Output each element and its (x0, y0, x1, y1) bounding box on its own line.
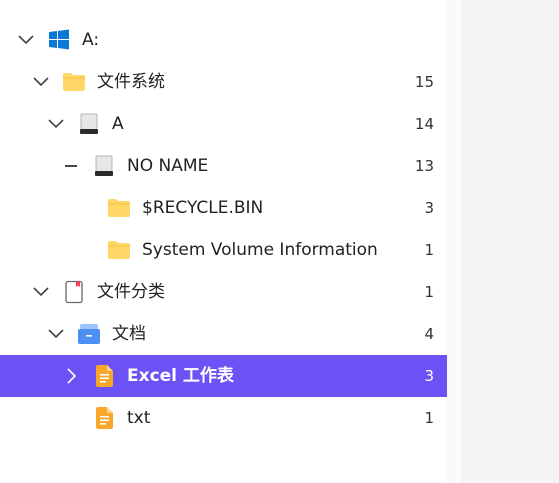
item-count: 1 (424, 283, 434, 301)
orange-file-icon (92, 364, 116, 388)
tree-label: txt (127, 408, 151, 428)
tree-label: 文档 (112, 324, 146, 344)
tree-row-txt[interactable]: txt 1 (0, 397, 447, 439)
orange-file-icon (92, 406, 116, 430)
item-count: 3 (424, 367, 434, 385)
tree-row-drive-a[interactable]: A 14 (0, 103, 447, 145)
folder-icon (62, 70, 86, 94)
chevron-down-icon[interactable] (32, 283, 50, 301)
content-pane (447, 0, 559, 483)
tree-label: Excel 工作表 (127, 366, 234, 386)
tree-label: $RECYCLE.BIN (142, 198, 264, 218)
item-count: 1 (424, 241, 434, 259)
file-tree: A: 文件系统 15 A 14 NO NAME 13 $RECYCLE.BIN … (0, 0, 447, 483)
chevron-down-icon[interactable] (47, 325, 65, 343)
chevron-down-icon[interactable] (47, 115, 65, 133)
tree-row-system-volume-information[interactable]: System Volume Information 1 (0, 229, 447, 271)
folder-icon (107, 238, 131, 262)
chevron-down-icon[interactable] (32, 73, 50, 91)
item-count: 14 (414, 115, 434, 133)
tree-label: System Volume Information (142, 240, 378, 260)
dash-icon[interactable] (62, 157, 80, 175)
chevron-down-icon[interactable] (17, 31, 35, 49)
tree-row-no-name[interactable]: NO NAME 13 (0, 145, 447, 187)
tree-label: 文件系统 (97, 72, 165, 92)
folder-icon (107, 196, 131, 220)
pane-splitter[interactable] (447, 0, 461, 483)
tree-label: NO NAME (127, 156, 209, 176)
drive-icon (92, 154, 116, 178)
drive-icon (77, 112, 101, 136)
item-count: 1 (424, 409, 434, 427)
tree-label: 文件分类 (97, 282, 165, 302)
tree-label: A (112, 114, 124, 134)
tree-row-documents[interactable]: 文档 4 (0, 313, 447, 355)
item-count: 15 (414, 73, 434, 91)
windows-icon (47, 28, 71, 52)
document-classify-icon (62, 280, 86, 304)
item-count: 3 (424, 199, 434, 217)
tree-row-recycle-bin[interactable]: $RECYCLE.BIN 3 (0, 187, 447, 229)
tree-row-file-system[interactable]: 文件系统 15 (0, 61, 447, 103)
item-count: 4 (424, 325, 434, 343)
tree-row-drive-a-root[interactable]: A: (0, 19, 447, 61)
item-count: 13 (414, 157, 434, 175)
tree-row-file-classification[interactable]: 文件分类 1 (0, 271, 447, 313)
document-box-icon (77, 322, 101, 346)
tree-label: A: (82, 30, 100, 50)
tree-row-excel-worksheet[interactable]: Excel 工作表 3 (0, 355, 447, 397)
chevron-right-icon[interactable] (62, 367, 80, 385)
